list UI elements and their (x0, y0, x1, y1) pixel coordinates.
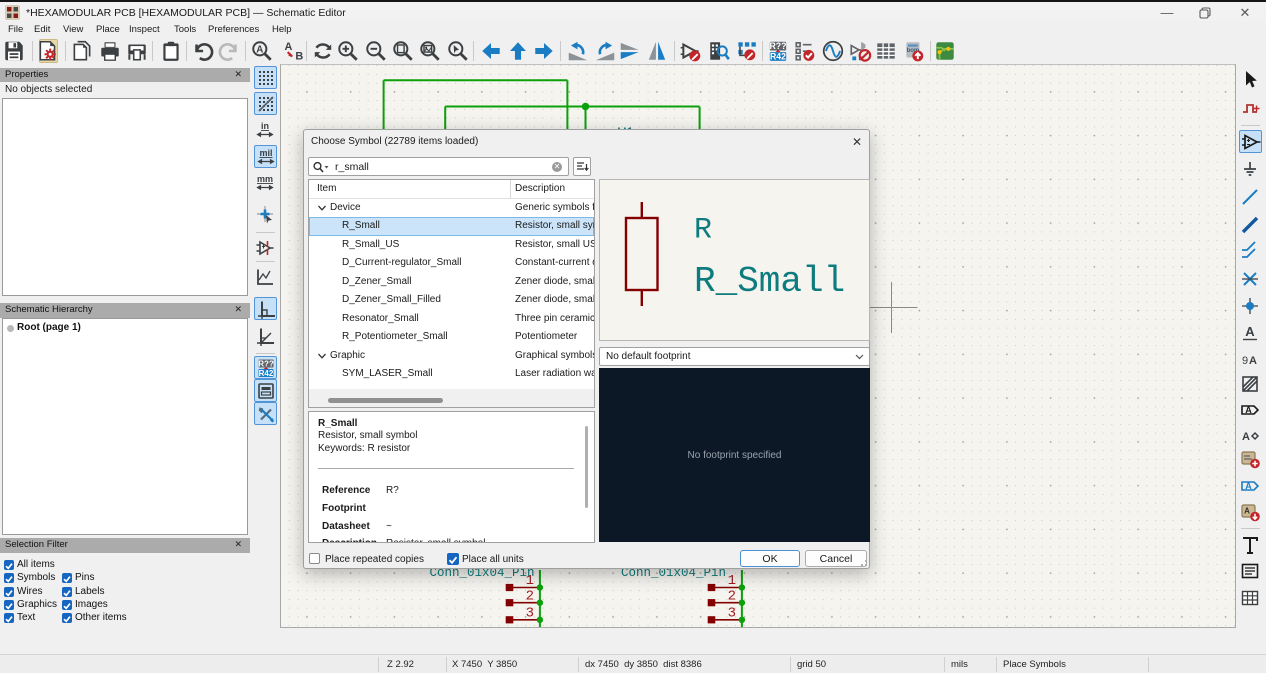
svg-text:A: A (1245, 481, 1252, 491)
svg-text:3: 3 (728, 606, 736, 622)
svg-text:3: 3 (526, 606, 534, 622)
svg-text:R42: R42 (770, 52, 786, 62)
svg-text:1: 1 (728, 573, 736, 589)
svg-text:A: A (1242, 431, 1250, 443)
svg-text:R??: R?? (770, 41, 787, 51)
svg-text:mil: mil (259, 148, 272, 158)
svg-text:in: in (261, 121, 269, 131)
svg-text:1: 1 (526, 573, 534, 589)
svg-text:A: A (256, 45, 263, 56)
svg-text:A: A (284, 41, 292, 53)
svg-text:9: 9 (1242, 355, 1248, 367)
svg-text:R42: R42 (259, 368, 274, 377)
svg-text:A: A (1249, 355, 1257, 367)
svg-text:2: 2 (526, 589, 534, 605)
svg-text:R??: R?? (258, 359, 274, 368)
svg-text:R: R (694, 214, 712, 248)
svg-text:2: 2 (728, 589, 736, 605)
svg-text:mm: mm (257, 174, 273, 184)
svg-text:R_Small: R_Small (694, 261, 845, 302)
svg-text:A: A (1245, 324, 1255, 339)
svg-text:B: B (295, 51, 303, 63)
svg-text:A: A (1244, 506, 1250, 515)
svg-text:A: A (1245, 405, 1252, 415)
